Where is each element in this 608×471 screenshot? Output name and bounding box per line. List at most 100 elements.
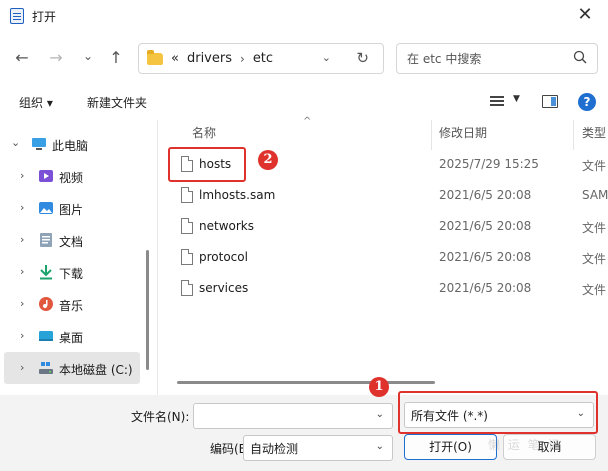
chevron-down-icon[interactable]: ⌄: [376, 409, 384, 420]
desktop-icon: [39, 331, 53, 341]
preview-pane-icon[interactable]: [542, 95, 558, 108]
search-box[interactable]: 在 etc 中搜索: [396, 43, 598, 74]
address-bar[interactable]: « drivers › etc ⌄ ↻: [138, 43, 384, 74]
recent-locations-button[interactable]: ⌄: [76, 44, 100, 68]
file-name: lmhosts.sam: [199, 188, 276, 202]
sidebar-item-label: 音乐: [59, 299, 84, 313]
column-header-name[interactable]: 名称: [192, 124, 216, 141]
sidebar-item-pictures[interactable]: › 图片: [0, 192, 140, 224]
column-divider[interactable]: [431, 120, 432, 150]
step-badge-2: 2: [258, 150, 278, 170]
drive-icon: [39, 362, 53, 374]
filename-field[interactable]: ⌄: [193, 403, 393, 429]
file-type: 文件: [582, 221, 607, 235]
sidebar-item-label: 视频: [59, 171, 84, 185]
sidebar-item-label: 桌面: [59, 331, 84, 345]
chevron-right-icon[interactable]: ›: [20, 265, 24, 278]
search-input[interactable]: 在 etc 中搜索: [407, 50, 481, 67]
step-badge-1: 1: [369, 377, 389, 397]
encoding-select[interactable]: 自动检测 ⌄: [243, 435, 393, 461]
documents-icon: [40, 233, 52, 247]
view-list-icon[interactable]: [490, 96, 504, 106]
chevron-right-icon[interactable]: ›: [20, 201, 24, 214]
chevron-right-icon[interactable]: ›: [20, 233, 24, 246]
file-modified: 2021/6/5 20:08: [439, 281, 532, 295]
sidebar-item-label: 图片: [59, 203, 84, 217]
file-type: 文件: [582, 252, 607, 266]
chevron-right-icon[interactable]: ›: [20, 329, 24, 342]
file-modified: 2025/7/29 15:25: [439, 157, 539, 171]
file-row-protocol[interactable]: protocol 2021/6/5 20:08 文件: [158, 242, 608, 273]
command-bar: 组织 ▾ 新建文件夹 ▼ ?: [0, 84, 608, 120]
file-icon: [181, 187, 193, 203]
sidebar-item-desktop[interactable]: › 桌面: [0, 320, 140, 352]
file-name: networks: [199, 219, 254, 233]
breadcrumb-drivers[interactable]: drivers: [187, 51, 232, 66]
sidebar-item-label: 本地磁盘 (C:): [59, 363, 133, 377]
new-folder-button[interactable]: 新建文件夹: [87, 94, 147, 111]
column-divider[interactable]: [573, 120, 574, 150]
help-icon[interactable]: ?: [578, 93, 596, 111]
encoding-value[interactable]: 自动检测: [250, 440, 298, 457]
organize-button[interactable]: 组织 ▾: [19, 94, 53, 111]
file-row-lmhosts[interactable]: lmhosts.sam 2021/6/5 20:08 SAM: [158, 180, 608, 211]
sort-ascending-icon[interactable]: ^: [303, 116, 311, 127]
sidebar-item-label: 文档: [59, 235, 84, 249]
sidebar-item-label: 此电脑: [52, 139, 89, 153]
filename-label: 文件名(N):: [131, 410, 190, 424]
sidebar-item-this-pc[interactable]: ⌄ 此电脑: [0, 128, 140, 160]
file-type: 文件: [582, 159, 607, 173]
open-button[interactable]: 打开(O): [404, 434, 497, 460]
highlight-box-file-type: [398, 391, 598, 434]
file-row-networks[interactable]: networks 2021/6/5 20:08 文件: [158, 211, 608, 242]
file-icon: [181, 218, 193, 234]
file-name: services: [199, 281, 249, 295]
navigation-bar: ← → ⌄ ↑ « drivers › etc ⌄ ↻ 在 etc 中搜索: [0, 32, 608, 84]
back-button[interactable]: ←: [10, 46, 34, 70]
watermark: 懒 运 笔 记: [488, 438, 562, 452]
search-icon[interactable]: [573, 50, 587, 64]
chevron-right-icon[interactable]: ›: [20, 361, 24, 374]
computer-icon: [32, 138, 46, 150]
chevron-right-icon[interactable]: ›: [20, 297, 24, 310]
file-modified: 2021/6/5 20:08: [439, 250, 532, 264]
file-icon: [181, 280, 193, 296]
music-icon: [39, 297, 53, 311]
sidebar-item-videos[interactable]: › 视频: [0, 160, 140, 192]
video-icon: [39, 170, 53, 182]
column-header-type[interactable]: 类型: [582, 124, 606, 141]
chevron-down-icon[interactable]: ⌄: [322, 51, 331, 64]
file-name: protocol: [199, 250, 248, 264]
breadcrumb-separator-icon[interactable]: ›: [240, 52, 245, 66]
column-header-modified[interactable]: 修改日期: [439, 124, 487, 141]
file-row-services[interactable]: services 2021/6/5 20:08 文件: [158, 273, 608, 304]
sidebar-item-downloads[interactable]: › 下载: [0, 256, 140, 288]
highlight-box-hosts: [168, 147, 246, 182]
view-dropdown-icon[interactable]: ▼: [513, 94, 520, 104]
file-modified: 2021/6/5 20:08: [439, 219, 532, 233]
navigation-pane: ⌄ 此电脑 › 视频 › 图片 › 文档 › 下载 › 音乐 › 桌面 › 本地…: [0, 120, 158, 395]
breadcrumb-etc[interactable]: etc: [253, 51, 273, 66]
breadcrumb-overflow[interactable]: «: [171, 51, 179, 66]
title-bar: 打开 ✕: [0, 0, 608, 32]
chevron-down-icon[interactable]: ⌄: [376, 441, 384, 452]
pictures-icon: [39, 202, 53, 214]
file-type: 文件: [582, 283, 607, 297]
folder-icon: [147, 49, 163, 65]
file-modified: 2021/6/5 20:08: [439, 188, 532, 202]
sidebar-scrollbar[interactable]: [146, 250, 149, 370]
window-title: 打开: [32, 9, 57, 24]
sidebar-item-label: 下载: [59, 267, 84, 281]
file-icon: [181, 249, 193, 265]
forward-button[interactable]: →: [44, 46, 68, 70]
sidebar-item-music[interactable]: › 音乐: [0, 288, 140, 320]
close-button[interactable]: ✕: [570, 4, 600, 28]
download-icon: [40, 265, 52, 280]
chevron-right-icon[interactable]: ›: [20, 169, 24, 182]
file-list-scrollbar[interactable]: [177, 381, 435, 384]
up-button[interactable]: ↑: [104, 46, 128, 70]
sidebar-item-local-disk-c[interactable]: › 本地磁盘 (C:): [4, 352, 140, 384]
chevron-down-icon[interactable]: ⌄: [11, 136, 20, 149]
sidebar-item-documents[interactable]: › 文档: [0, 224, 140, 256]
refresh-icon[interactable]: ↻: [356, 49, 369, 67]
